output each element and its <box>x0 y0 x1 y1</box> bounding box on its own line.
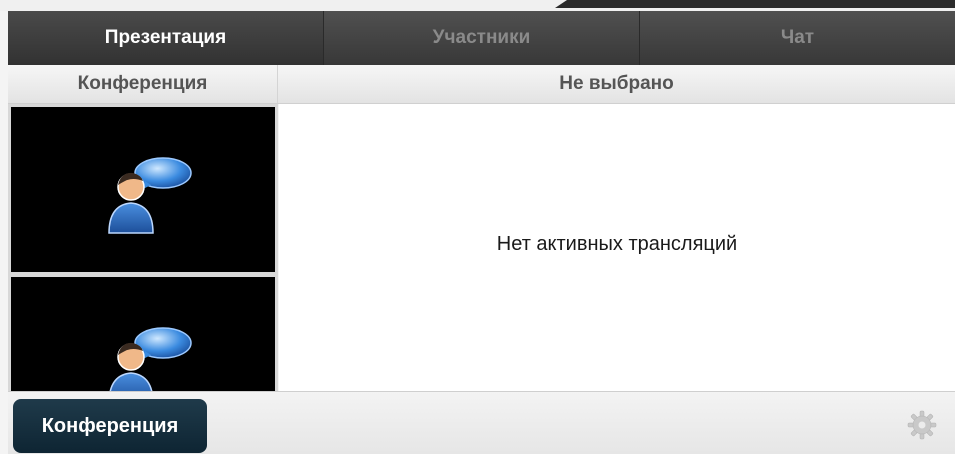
top-strip <box>0 0 955 11</box>
bottom-toolbar: Конференция <box>8 391 955 454</box>
broadcast-area: Нет активных трансляций <box>279 104 955 391</box>
participant-thumbnail[interactable] <box>11 107 275 272</box>
participant-thumbnail[interactable] <box>11 277 275 391</box>
participant-speech-icon <box>109 327 192 391</box>
no-broadcasts-message: Нет активных трансляций <box>496 233 738 255</box>
tab-chat[interactable]: Чат <box>640 11 955 65</box>
gear-icon[interactable] <box>907 410 937 440</box>
tab-presentation[interactable]: Презентация <box>8 11 324 65</box>
tab-bar: Презентация Участники Чат <box>8 11 955 65</box>
selection-status: Не выбрано <box>559 73 674 94</box>
conference-header: Конференция <box>8 65 278 103</box>
top-dark-corner <box>555 0 955 8</box>
participant-speech-icon <box>108 157 192 234</box>
subheader: Конференция Не выбрано <box>8 65 955 104</box>
app-window: Презентация Участники Чат Конференция Не… <box>0 0 955 454</box>
tab-participants[interactable]: Участники <box>324 11 640 65</box>
participant-thumbnails <box>8 104 278 391</box>
conference-button[interactable]: Конференция <box>13 399 207 453</box>
